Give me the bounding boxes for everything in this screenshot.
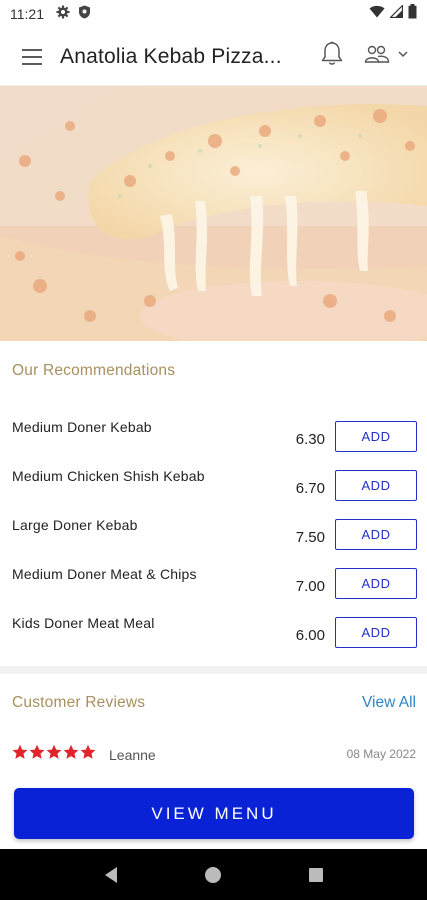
list-item: Medium Doner Kebab 6.30 ADD [0,419,427,459]
section-divider [0,666,427,674]
notifications-button[interactable] [316,38,348,70]
status-right-icons [369,4,417,24]
item-price: 6.00 [295,627,325,644]
item-price: 6.30 [295,431,325,448]
hero-image [0,86,427,341]
recommendations-title: Our Recommendations [12,362,176,379]
users-icon [364,45,390,63]
recents-icon [308,867,323,882]
recents-button[interactable] [296,855,336,895]
status-time: 11:21 [10,6,44,22]
chevron-down-icon [398,50,408,57]
review-date: 08 May 2022 [346,747,416,761]
view-menu-button[interactable]: VIEW MENU [14,788,414,839]
star-icon [63,744,79,759]
reviewer-name: Leanne [109,747,156,763]
item-price: 7.00 [295,578,325,595]
item-name: Kids Doner Meat Meal [12,615,155,631]
add-button[interactable]: ADD [335,470,417,501]
battery-icon [408,4,417,24]
gear-icon [56,5,70,24]
reviews-title: Customer Reviews [12,694,146,711]
status-left-icons [56,5,91,24]
wifi-icon [369,5,385,23]
signal-icon [389,4,404,23]
star-icon [29,744,45,759]
app-title: Anatolia Kebab Pizza... [60,44,282,68]
menu-icon [22,48,42,65]
menu-button[interactable] [12,37,52,77]
app-bar: Anatolia Kebab Pizza... [0,28,427,86]
star-rating [12,744,96,760]
add-button[interactable]: ADD [335,568,417,599]
status-bar: 11:21 [0,0,427,28]
star-icon [12,744,28,759]
item-name: Medium Doner Kebab [12,419,152,435]
home-icon [205,866,222,883]
shield-icon [78,5,91,24]
account-button[interactable] [356,38,416,70]
back-icon [105,866,118,883]
list-item: Kids Doner Meat Meal 6.00 ADD [0,615,427,655]
recommendations-section: Our Recommendations Medium Doner Kebab 6… [0,341,427,666]
list-item: Medium Doner Meat & Chips 7.00 ADD [0,566,427,606]
star-icon [46,744,62,759]
list-item: Large Doner Kebab 7.50 ADD [0,517,427,557]
list-item: Medium Chicken Shish Kebab 6.70 ADD [0,468,427,508]
star-icon [80,744,96,759]
home-button[interactable] [193,855,233,895]
view-all-link[interactable]: View All [362,694,416,712]
system-nav-bar [0,849,427,900]
reviews-section: Customer Reviews View All Leanne 08 May … [0,674,427,784]
item-price: 6.70 [295,480,325,497]
item-name: Medium Chicken Shish Kebab [12,468,205,484]
back-button[interactable] [91,855,131,895]
add-button[interactable]: ADD [335,519,417,550]
item-name: Large Doner Kebab [12,517,138,533]
add-button[interactable]: ADD [335,617,417,648]
bell-icon [321,41,343,65]
add-button[interactable]: ADD [335,421,417,452]
review-item: Leanne 08 May 2022 [12,744,416,766]
item-price: 7.50 [295,529,325,546]
item-name: Medium Doner Meat & Chips [12,566,197,582]
